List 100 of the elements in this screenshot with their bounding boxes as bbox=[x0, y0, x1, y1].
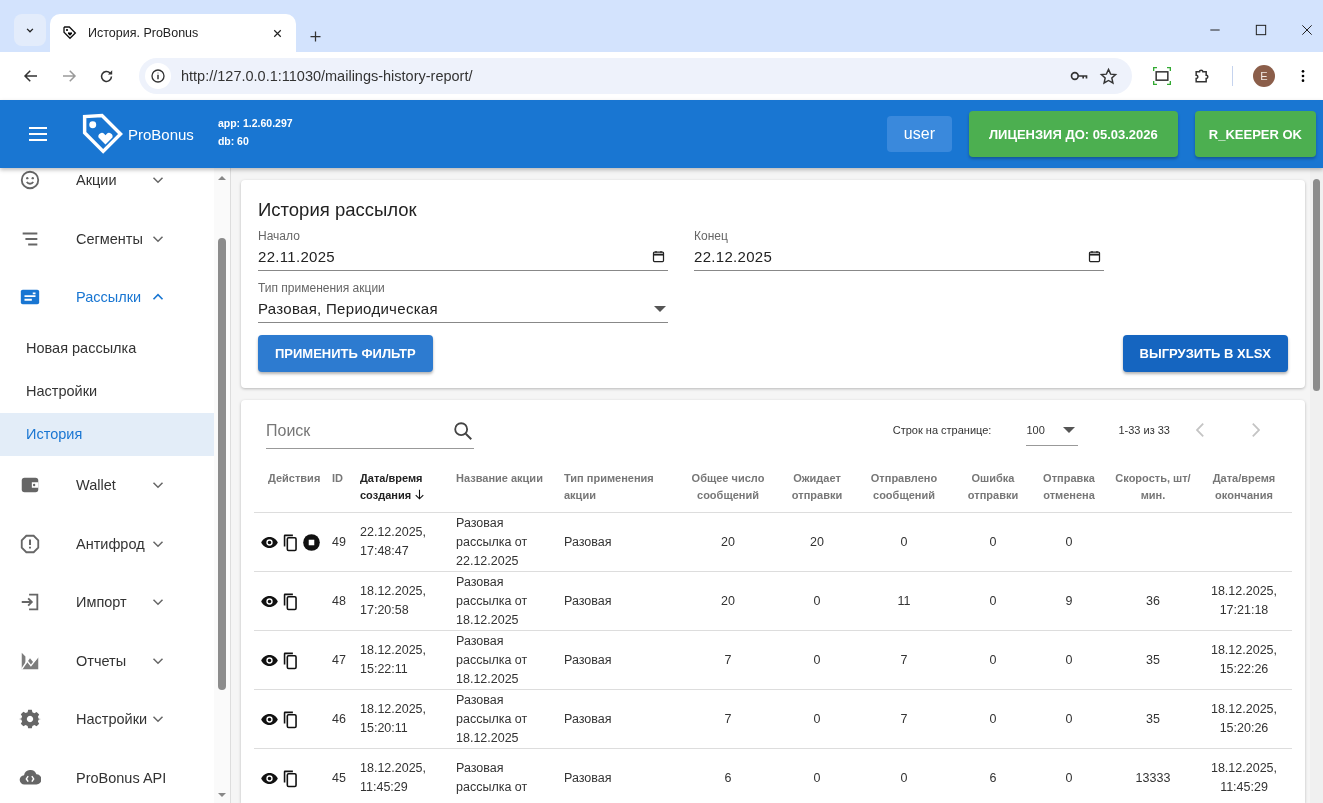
address-bar[interactable]: http://127.0.0.1:11030/mailings-history-report/ bbox=[139, 58, 1132, 94]
browser-tab[interactable]: История. ProBonus bbox=[50, 14, 296, 52]
date-field[interactable]: 22.11.2025 bbox=[258, 243, 668, 271]
calendar-icon[interactable] bbox=[651, 249, 666, 264]
table-cell-text: Разовая bbox=[564, 592, 612, 610]
apply-filter-button[interactable]: ПРИМЕНИТЬ ФИЛЬТР bbox=[258, 335, 433, 372]
rows-per-page-select[interactable]: 100 bbox=[1026, 414, 1079, 446]
copy-icon[interactable] bbox=[281, 650, 300, 670]
gear-icon bbox=[19, 708, 41, 731]
back-icon[interactable] bbox=[22, 67, 40, 85]
nav-item[interactable]: Настройки bbox=[0, 690, 214, 749]
table-cell-text: 36 bbox=[1146, 592, 1160, 610]
star-icon[interactable] bbox=[1099, 66, 1118, 86]
table-cell-text: 18.12.2025, 17:21:18 bbox=[1209, 583, 1278, 619]
dropdown-arrow-icon bbox=[654, 305, 666, 312]
date-field[interactable]: 22.12.2025 bbox=[694, 243, 1104, 271]
nav-item[interactable]: Wallet bbox=[0, 455, 214, 515]
table-cell-text: 9 bbox=[1065, 592, 1073, 610]
table-cell-text: 0 bbox=[813, 710, 821, 728]
column-header[interactable]: Общее число сообщений bbox=[672, 460, 784, 513]
column-header[interactable]: ID bbox=[328, 460, 356, 513]
column-header[interactable]: Скорость, шт/мин. bbox=[1110, 460, 1196, 513]
nav-item[interactable]: Импорт bbox=[0, 572, 214, 632]
table-cell-text: 47 bbox=[332, 651, 346, 669]
table-cell-text: 46 bbox=[332, 710, 346, 728]
search-field[interactable]: Поиск bbox=[266, 422, 452, 440]
table-cell-text: Разовая рассылка от 18.12.2025 bbox=[456, 691, 529, 747]
table-cell-text: 6 bbox=[724, 769, 732, 787]
plus-icon[interactable] bbox=[308, 29, 323, 44]
field-label: Тип применения акции bbox=[258, 281, 386, 295]
copy-icon[interactable] bbox=[281, 709, 300, 729]
nav-item[interactable]: Сегменты bbox=[0, 209, 214, 269]
column-header[interactable]: Отправка отменена bbox=[1028, 460, 1110, 513]
copy-icon[interactable] bbox=[281, 532, 300, 552]
table-cell-text: 0 bbox=[1065, 710, 1073, 728]
table-cell-text: 7 bbox=[724, 651, 732, 669]
nav-subitem[interactable]: Новая рассылка bbox=[0, 326, 214, 370]
close-icon[interactable] bbox=[1299, 22, 1315, 38]
scrollbar-thumb[interactable] bbox=[1313, 179, 1320, 391]
select-field[interactable]: Разовая, Периодическая bbox=[258, 295, 668, 323]
nav-item[interactable]: ProBonus API bbox=[0, 748, 214, 803]
column-header[interactable]: Название акции bbox=[452, 460, 560, 513]
table-cell-text: 18.12.2025, 15:20:11 bbox=[360, 701, 428, 737]
table-cell-text: 6 bbox=[989, 769, 997, 787]
column-header[interactable]: Дата/время создания bbox=[356, 460, 452, 513]
table-cell-text: 0 bbox=[813, 769, 821, 787]
table-cell-text: 0 bbox=[1065, 769, 1073, 787]
maximize-icon[interactable] bbox=[1253, 22, 1269, 38]
profile-avatar[interactable]: E bbox=[1253, 65, 1275, 87]
nav-item[interactable]: Рассылки bbox=[0, 268, 214, 327]
info-icon bbox=[150, 68, 166, 84]
column-header[interactable]: Отправлено сообщений bbox=[850, 460, 958, 513]
nav-subitem[interactable]: Настройки bbox=[0, 369, 214, 413]
scroll-down-icon[interactable] bbox=[217, 791, 227, 799]
table-cell-text: 18.12.2025, 15:22:11 bbox=[360, 642, 428, 678]
table-cell-text: 45 bbox=[332, 769, 346, 787]
smiley-icon bbox=[19, 169, 41, 192]
nav-subitem[interactable]: История bbox=[0, 412, 214, 456]
table-cell-text: Разовая рассылка от 18.12.2025 bbox=[456, 632, 529, 688]
sort-down-icon bbox=[413, 488, 427, 501]
table-cell-text: 20 bbox=[721, 592, 735, 610]
table-cell-text: 0 bbox=[1065, 533, 1073, 551]
column-header[interactable]: Ожидает отправки bbox=[784, 460, 850, 513]
scroll-up-icon[interactable] bbox=[217, 174, 227, 182]
table-cell-text: 35 bbox=[1146, 710, 1160, 728]
table-cell-text: 0 bbox=[989, 710, 997, 728]
column-header[interactable]: Дата/время окончания bbox=[1196, 460, 1292, 513]
table-cell-text: 18.12.2025, 11:45:29 bbox=[360, 760, 428, 796]
calendar-icon[interactable] bbox=[1087, 249, 1102, 264]
table-cell-text: 0 bbox=[1065, 651, 1073, 669]
column-header[interactable]: Действия bbox=[254, 460, 328, 513]
table-cell-text: 0 bbox=[989, 592, 997, 610]
table-cell-text: 22.12.2025, 17:48:47 bbox=[360, 524, 428, 560]
column-header[interactable]: Тип применения акции bbox=[560, 460, 672, 513]
table-cell-text: 20 bbox=[721, 533, 735, 551]
table-cell-text: 11 bbox=[897, 592, 911, 610]
table-cell-text: 0 bbox=[900, 769, 908, 787]
table-cell-text: 18.12.2025, 17:20:58 bbox=[360, 583, 428, 619]
nav-item[interactable]: Акции bbox=[0, 168, 214, 210]
table-cell-text: Разовая bbox=[564, 769, 612, 787]
field-label: Конец bbox=[694, 229, 729, 243]
copy-icon[interactable] bbox=[281, 591, 300, 611]
rows-per-page-label: Строк на странице: bbox=[892, 424, 992, 436]
nav-item[interactable]: Отчеты bbox=[0, 631, 214, 691]
table-cell-text: Разовая рассылка от 22.12.2025 bbox=[456, 514, 529, 570]
export-button[interactable]: ВЫГРУЗИТЬ В XLSX bbox=[1122, 335, 1288, 372]
table-cell-text: Разовая рассылка от bbox=[456, 760, 529, 796]
alert-icon bbox=[19, 532, 41, 555]
column-header[interactable]: Ошибка отправки bbox=[958, 460, 1028, 513]
stop-icon[interactable] bbox=[302, 532, 321, 552]
table-cell-text: 7 bbox=[900, 651, 908, 669]
table-cell-text: 18.12.2025, 11:45:29 bbox=[1209, 760, 1278, 796]
scrollbar-thumb[interactable] bbox=[218, 238, 226, 690]
search-icon[interactable] bbox=[452, 420, 474, 442]
forward-icon[interactable] bbox=[60, 67, 78, 85]
page-range: 1-33 из 33 bbox=[1118, 424, 1170, 436]
table-cell-text: 18.12.2025, 15:22:26 bbox=[1209, 642, 1278, 678]
screenshot-icon[interactable] bbox=[1152, 66, 1172, 86]
copy-icon[interactable] bbox=[281, 768, 300, 788]
nav-item[interactable]: Антифрод bbox=[0, 514, 214, 573]
